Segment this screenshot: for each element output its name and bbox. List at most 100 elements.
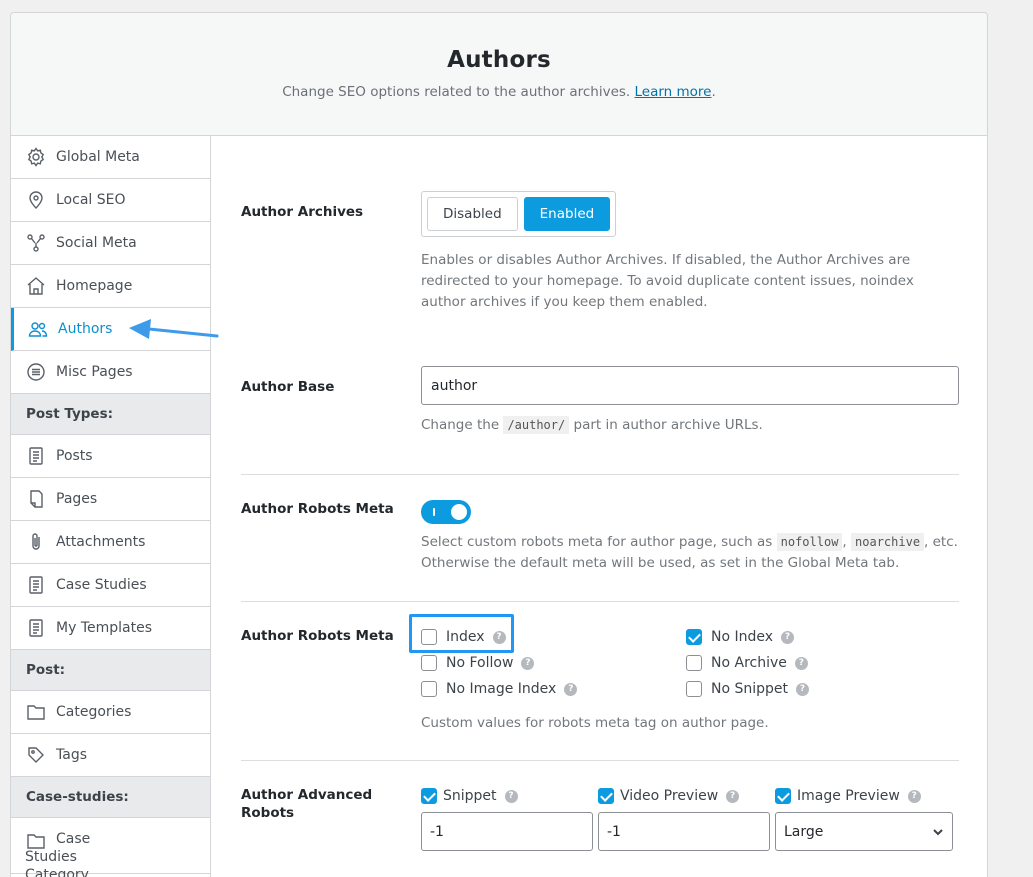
sidebar-item-my-templates[interactable]: My Templates	[11, 607, 210, 650]
help-icon[interactable]: ?	[726, 789, 740, 803]
image-preview-select[interactable]: Large	[775, 812, 953, 851]
pages-icon	[25, 488, 47, 510]
sidebar-item-label: Local SEO	[56, 192, 126, 208]
sidebar-item-label: Misc Pages	[56, 364, 133, 380]
pointer-arrow-icon	[129, 319, 219, 339]
sidebar-item-tags[interactable]: Tags	[11, 734, 210, 777]
checkbox-label: No Follow	[446, 655, 514, 671]
folder-icon	[25, 701, 47, 723]
document-icon	[25, 574, 47, 596]
sidebar-item-label: Case Studies Category	[25, 831, 91, 877]
checkbox-label: No Snippet	[711, 681, 789, 697]
no-image-index-checkbox[interactable]: No Image Index?	[421, 679, 578, 699]
checkbox[interactable]	[686, 629, 702, 645]
noarchive-code: noarchive	[851, 533, 925, 551]
sidebar-item-homepage[interactable]: Homepage	[11, 265, 210, 308]
help-icon[interactable]: ?	[521, 656, 535, 670]
author-code: /author/	[503, 416, 570, 434]
checkbox[interactable]	[421, 655, 437, 671]
checkbox-label: No Index	[711, 629, 774, 645]
no-follow-checkbox[interactable]: No Follow?	[421, 653, 535, 673]
index-highlight-box	[409, 614, 514, 653]
input-value: -1	[607, 823, 621, 840]
description-text: Change SEO options related to the author…	[282, 84, 631, 100]
sidebar-item-attachments[interactable]: Attachments	[11, 521, 210, 564]
home-icon	[25, 275, 47, 297]
sidebar-item-label: Posts	[56, 448, 93, 464]
sidebar-item-local-seo[interactable]: Local SEO	[11, 179, 210, 222]
author-archives-label: Author Archives	[241, 204, 364, 220]
help-icon[interactable]: ?	[504, 789, 518, 803]
sidebar-item-posts[interactable]: Posts	[11, 435, 210, 478]
help-icon[interactable]: ?	[794, 656, 808, 670]
divider	[241, 474, 959, 475]
checkbox-label: Video Preview	[620, 788, 719, 804]
help-icon[interactable]: ?	[564, 682, 578, 696]
sidebar-item-label: Case Studies	[56, 577, 147, 593]
help-icon[interactable]: ?	[796, 682, 810, 696]
video-preview-input[interactable]: -1	[598, 812, 770, 851]
sidebar-item-label: Homepage	[56, 278, 133, 294]
no-index-checkbox[interactable]: No Index?	[686, 627, 795, 647]
checkbox[interactable]	[421, 788, 437, 804]
enabled-button[interactable]: Enabled	[523, 197, 611, 231]
help-comma: ,	[842, 534, 847, 550]
sidebar-item-case-studies[interactable]: Case Studies	[11, 564, 210, 607]
label-line: Robots	[241, 805, 295, 821]
robots-meta-switch[interactable]	[421, 500, 471, 524]
help-text: Change the	[421, 417, 500, 433]
checkbox-label: Image Preview	[797, 788, 900, 804]
disabled-button[interactable]: Disabled	[427, 197, 518, 231]
divider	[241, 760, 959, 761]
label-line: Author Advanced	[241, 787, 373, 803]
checkbox-label: No Image Index	[446, 681, 557, 697]
image-preview-column: Image Preview? Large	[775, 786, 953, 851]
map-pin-icon	[25, 189, 47, 211]
tag-icon	[25, 744, 47, 766]
document-icon	[25, 445, 47, 467]
paperclip-icon	[25, 531, 47, 553]
video-preview-checkbox[interactable]: Video Preview?	[598, 786, 770, 806]
switch-bar	[433, 508, 435, 516]
sidebar-item-categories[interactable]: Categories	[11, 691, 210, 734]
author-base-help: Change the /author/ part in author archi…	[421, 415, 959, 436]
sidebar-item-misc-pages[interactable]: Misc Pages	[11, 351, 210, 394]
robots-meta-toggle-help: Select custom robots meta for author pag…	[421, 532, 959, 574]
sidebar: Global Meta Local SEO Social Meta Homepa…	[11, 136, 211, 877]
author-archives-toggle: Disabled Enabled	[421, 191, 617, 237]
robots-meta-toggle-body: Select custom robots meta for author pag…	[421, 500, 959, 574]
learn-more-link[interactable]: Learn more	[635, 84, 712, 100]
sidebar-item-label: Global Meta	[56, 149, 140, 165]
checkbox[interactable]	[686, 681, 702, 697]
sidebar-item-pages[interactable]: Pages	[11, 478, 210, 521]
sidebar-item-label: Tags	[56, 747, 87, 763]
help-text: part in author archive URLs.	[573, 417, 763, 433]
author-base-input[interactable]: author	[421, 366, 959, 405]
sidebar-item-label: Social Meta	[56, 235, 137, 251]
sidebar-item-case-studies-category[interactable]: Case Studies Category	[11, 818, 210, 877]
author-archives-help: Enables or disables Author Archives. If …	[421, 252, 914, 310]
sidebar-section-post-types: Post Types:	[11, 394, 210, 435]
help-icon[interactable]: ?	[781, 630, 795, 644]
users-icon	[27, 318, 49, 340]
snippet-checkbox[interactable]: Snippet?	[421, 786, 593, 806]
checkbox[interactable]	[598, 788, 614, 804]
sidebar-item-social-meta[interactable]: Social Meta	[11, 222, 210, 265]
author-base-label: Author Base	[241, 379, 335, 395]
divider	[241, 601, 959, 602]
checkbox[interactable]	[686, 655, 702, 671]
no-snippet-checkbox[interactable]: No Snippet?	[686, 679, 810, 699]
image-preview-checkbox[interactable]: Image Preview?	[775, 786, 953, 806]
settings-panel: Authors Change SEO options related to th…	[10, 12, 988, 877]
sidebar-section-post: Post:	[11, 650, 210, 691]
checkbox[interactable]	[421, 681, 437, 697]
no-archive-checkbox[interactable]: No Archive?	[686, 653, 808, 673]
sidebar-item-global-meta[interactable]: Global Meta	[11, 136, 210, 179]
sidebar-item-label: Authors	[58, 321, 113, 337]
snippet-input[interactable]: -1	[421, 812, 593, 851]
input-value: -1	[430, 823, 444, 840]
checkbox-label: No Archive	[711, 655, 787, 671]
checkbox[interactable]	[775, 788, 791, 804]
switch-knob	[451, 504, 467, 520]
help-icon[interactable]: ?	[907, 789, 921, 803]
